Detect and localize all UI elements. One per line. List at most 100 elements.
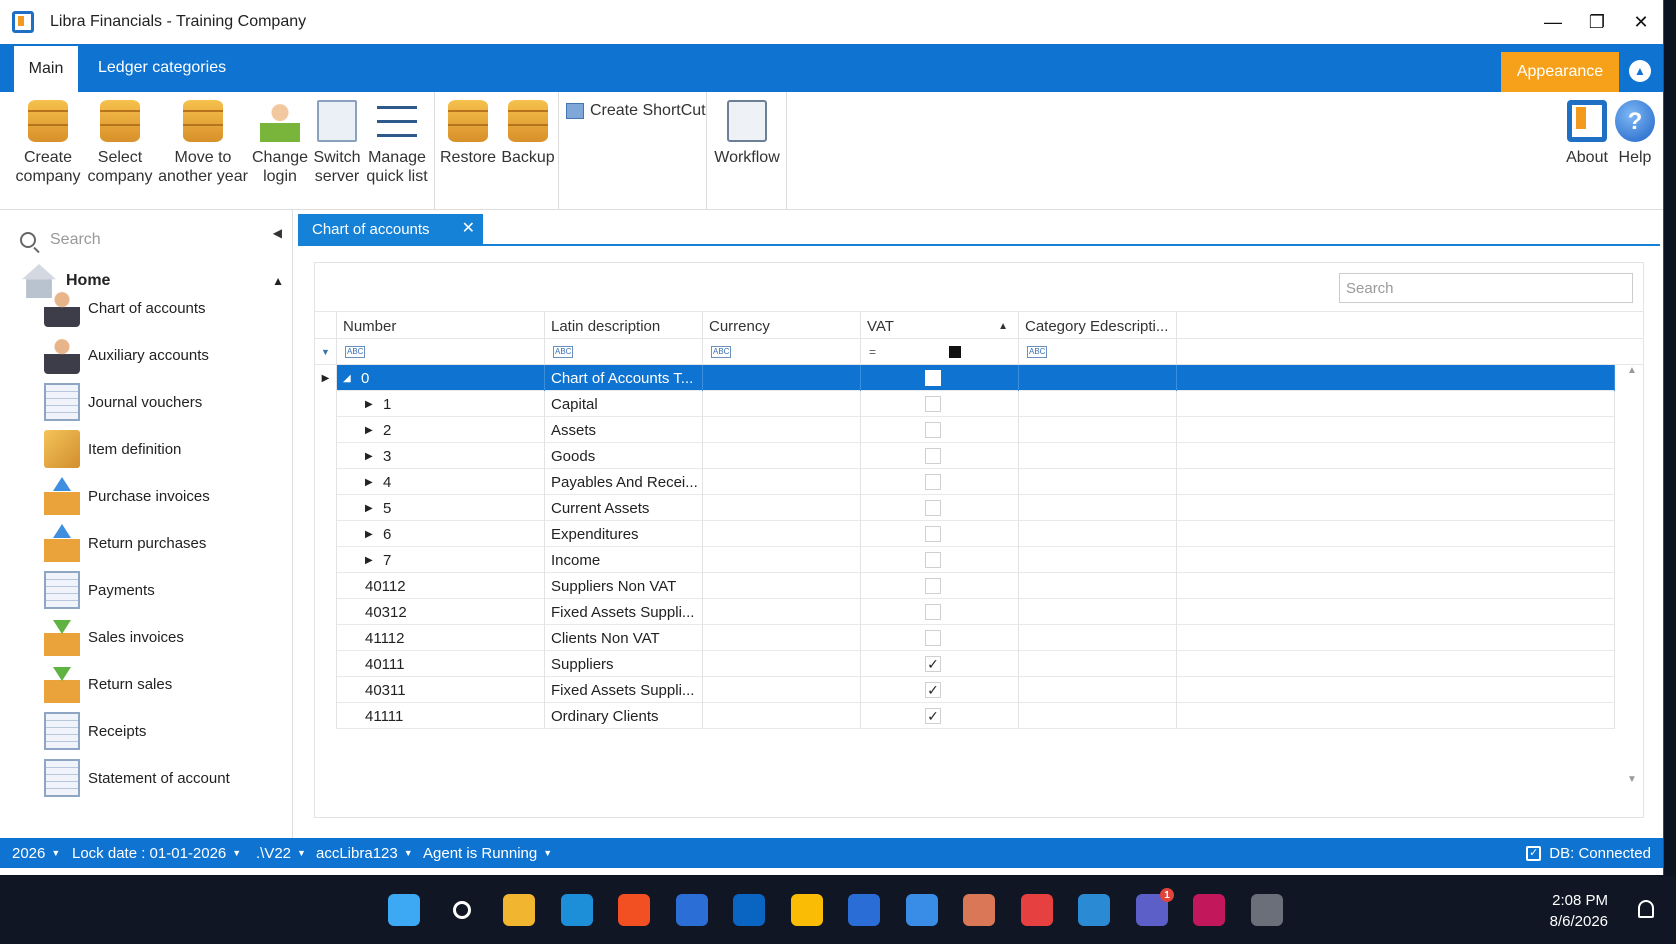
vat-checkbox[interactable] (925, 630, 941, 646)
cell-number[interactable]: 40311 (337, 677, 545, 703)
table-row[interactable]: ▶ ◢ 0 Chart of Accounts T... (315, 365, 1615, 391)
expand-node-icon[interactable]: ▶ (365, 495, 373, 521)
cell-number[interactable]: ▶ 3 (337, 443, 545, 469)
row-indicator[interactable] (315, 703, 337, 729)
cell-latin-description[interactable]: Goods (545, 443, 703, 469)
row-indicator[interactable]: ▶ (315, 365, 337, 391)
cell-currency[interactable] (703, 365, 861, 391)
cell-currency[interactable] (703, 469, 861, 495)
cell-currency[interactable] (703, 703, 861, 729)
scroll-up-icon[interactable]: ▲ (1627, 365, 1637, 376)
col-category[interactable]: Category Edescripti... (1019, 312, 1177, 340)
filter-icon[interactable]: ▼ (315, 339, 337, 365)
cell-currency[interactable] (703, 573, 861, 599)
vat-checkbox[interactable] (925, 552, 941, 568)
vat-checkbox[interactable] (925, 422, 941, 438)
cell-latin-description[interactable]: Income (545, 547, 703, 573)
teams-icon[interactable]: 1 (1136, 888, 1174, 926)
scroll-down-icon[interactable]: ▼ (1627, 774, 1637, 785)
sidebar-collapse-button[interactable]: ◀ (273, 226, 282, 240)
windows-start-icon[interactable] (388, 894, 420, 926)
cell-currency[interactable] (703, 443, 861, 469)
row-indicator[interactable] (315, 521, 337, 547)
collapse-node-icon[interactable]: ◢ (343, 365, 351, 391)
outlook-icon[interactable] (733, 894, 765, 926)
cell-number[interactable]: ▶ 5 (337, 495, 545, 521)
close-tab-icon[interactable]: ✕ (462, 218, 475, 238)
dev-app-icon[interactable] (848, 894, 880, 926)
server-dropdown[interactable]: .\V22 ▼ (256, 838, 306, 868)
cell-latin-description[interactable]: Suppliers Non VAT (545, 573, 703, 599)
row-indicator[interactable] (315, 391, 337, 417)
cell-latin-description[interactable]: Chart of Accounts T... (545, 365, 703, 391)
vscode-icon[interactable] (1078, 894, 1110, 926)
tab-main[interactable]: Main (14, 44, 78, 92)
row-indicator[interactable] (315, 469, 337, 495)
cell-category[interactable] (1019, 417, 1177, 443)
table-row[interactable]: ▶ 6 Expenditures (315, 521, 1615, 547)
filter-checkbox-indeterminate[interactable] (949, 346, 961, 358)
select-company-button[interactable]: Select company (88, 100, 152, 186)
cell-number[interactable]: 41111 (337, 703, 545, 729)
switch-server-button[interactable]: Switch server (312, 100, 362, 186)
cell-category[interactable] (1019, 573, 1177, 599)
cell-latin-description[interactable]: Expenditures (545, 521, 703, 547)
cell-currency[interactable] (703, 677, 861, 703)
cell-number[interactable]: ▶ 7 (337, 547, 545, 573)
cell-filler[interactable] (1177, 469, 1615, 495)
search-icon[interactable] (446, 894, 478, 926)
vat-checkbox[interactable] (925, 578, 941, 594)
sidebar-item-auxiliary-accounts[interactable]: Auxiliary accounts (44, 333, 284, 377)
cell-category[interactable] (1019, 365, 1177, 391)
lock-date-dropdown[interactable]: Lock date : 01-01-2026 ▼ (72, 838, 241, 868)
table-row[interactable]: ▶ 7 Income (315, 547, 1615, 573)
workflow-button[interactable]: Workflow (712, 100, 782, 167)
row-indicator[interactable] (315, 573, 337, 599)
cell-latin-description[interactable]: Clients Non VAT (545, 625, 703, 651)
minimize-button[interactable]: — (1531, 0, 1575, 44)
chrome-icon[interactable] (791, 894, 823, 926)
sidebar-item-sales-invoices[interactable]: Sales invoices (44, 615, 284, 659)
cell-number[interactable]: ◢ 0 (337, 365, 545, 391)
cell-filler[interactable] (1177, 391, 1615, 417)
cell-category[interactable] (1019, 547, 1177, 573)
agent-dropdown[interactable]: Agent is Running ▼ (423, 838, 552, 868)
cell-latin-description[interactable]: Fixed Assets Suppli... (545, 599, 703, 625)
backup-button[interactable]: Backup (500, 100, 556, 167)
store-icon[interactable] (618, 894, 650, 926)
appearance-button[interactable]: Appearance (1501, 52, 1619, 92)
tab-chart-of-accounts[interactable]: Chart of accounts ✕ (298, 214, 483, 244)
table-row[interactable]: ▶ 2 Assets (315, 417, 1615, 443)
cell-category[interactable] (1019, 495, 1177, 521)
filter-vat[interactable]: = (861, 339, 1019, 365)
table-row[interactable]: ▶ 3 Goods (315, 443, 1615, 469)
cell-category[interactable] (1019, 703, 1177, 729)
vat-checkbox[interactable] (925, 526, 941, 542)
cell-category[interactable] (1019, 521, 1177, 547)
restore-db-button[interactable]: Restore (440, 100, 496, 167)
cell-filler[interactable] (1177, 703, 1615, 729)
photos-icon[interactable] (906, 894, 938, 926)
sidebar-item-payments[interactable]: Payments (44, 568, 284, 612)
cell-number[interactable]: 41112 (337, 625, 545, 651)
cell-filler[interactable] (1177, 443, 1615, 469)
sidebar-item-journal-vouchers[interactable]: Journal vouchers (44, 380, 284, 424)
row-indicator[interactable] (315, 547, 337, 573)
vat-checkbox[interactable] (925, 370, 941, 386)
collapse-ribbon-button[interactable]: ▲ (1629, 60, 1651, 82)
cell-latin-description[interactable]: Suppliers (545, 651, 703, 677)
expand-node-icon[interactable]: ▶ (365, 521, 373, 547)
cell-currency[interactable] (703, 651, 861, 677)
remote-desktop-icon[interactable] (1021, 894, 1053, 926)
vat-checkbox[interactable] (925, 604, 941, 620)
table-row[interactable]: ▶ 1 Capital (315, 391, 1615, 417)
table-row[interactable]: ▶ 5 Current Assets (315, 495, 1615, 521)
year-dropdown[interactable]: 2026 ▼ (12, 838, 60, 868)
filter-currency[interactable]: ABC (703, 339, 861, 365)
sidebar-item-purchase-invoices[interactable]: Purchase invoices (44, 474, 284, 518)
vat-checkbox[interactable]: ✓ (925, 656, 941, 672)
table-row[interactable]: 40311 Fixed Assets Suppli... ✓ (315, 677, 1615, 703)
cell-filler[interactable] (1177, 417, 1615, 443)
table-row[interactable]: 41112 Clients Non VAT (315, 625, 1615, 651)
libra-icon[interactable] (1193, 894, 1225, 926)
